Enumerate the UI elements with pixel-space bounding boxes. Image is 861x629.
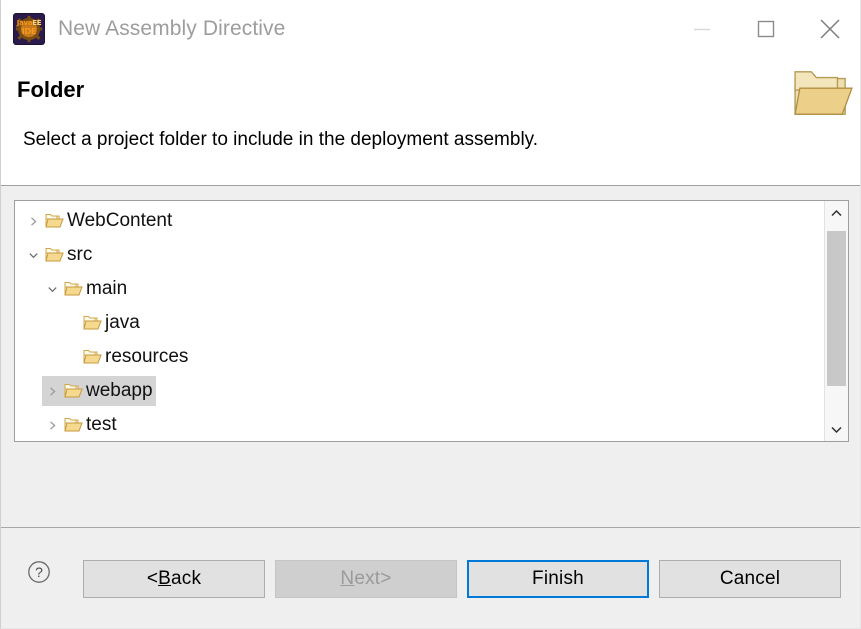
dialog-window: JavaEE IDE New Assembly Directive Folder… (0, 0, 861, 629)
folder-icon (62, 417, 84, 433)
next-button[interactable]: Next > (275, 560, 457, 598)
back-prefix: < (146, 568, 159, 589)
scrollbar-thumb[interactable] (827, 231, 846, 386)
help-icon[interactable]: ? (27, 560, 51, 584)
page-description: Select a project folder to include in th… (23, 129, 539, 150)
tree-row[interactable]: src (15, 238, 824, 272)
tree-vertical-scrollbar[interactable] (824, 201, 848, 441)
wizard-header: Folder Select a project folder to includ… (1, 57, 860, 186)
window-title: New Assembly Directive (58, 16, 286, 40)
tree-node-label: resources (105, 346, 189, 367)
close-button[interactable] (798, 0, 860, 57)
chevron-down-icon[interactable] (825, 417, 848, 441)
icon-label-javaee: JavaEE (16, 18, 42, 27)
folder-icon (81, 349, 103, 365)
next-suffix: > (380, 568, 392, 589)
folder-icon (62, 281, 84, 297)
chevron-down-icon[interactable] (23, 250, 43, 261)
cancel-label: Cancel (719, 568, 781, 589)
back-mnemonic: B (158, 568, 171, 589)
tree-node-label: test (86, 414, 117, 435)
icon-label-ide: IDE (21, 26, 37, 36)
java-ee-ide-icon: JavaEE IDE (14, 13, 44, 44)
tree-row-selected[interactable]: webapp (15, 374, 824, 408)
title-bar: JavaEE IDE New Assembly Directive (1, 0, 860, 57)
dialog-footer: ? < Back Next > Finish Cancel (1, 527, 860, 628)
finish-button[interactable]: Finish (467, 560, 649, 598)
back-button[interactable]: < Back (83, 560, 265, 598)
footer-button-row: < Back Next > Finish Cancel (83, 560, 841, 598)
chevron-right-icon[interactable] (42, 386, 62, 397)
chevron-right-icon[interactable] (23, 216, 43, 227)
folder-icon (81, 315, 103, 331)
tree-node-label: src (67, 244, 93, 265)
back-rest: ack (171, 568, 202, 589)
tree-row[interactable]: resources (15, 340, 824, 374)
tree-node-label: WebContent (67, 210, 173, 231)
maximize-button[interactable] (734, 0, 798, 57)
folder-tree-panel[interactable]: WebContent src main java resources webap… (14, 200, 849, 442)
open-folder-icon (794, 71, 853, 115)
folder-icon (43, 247, 65, 263)
folder-icon (43, 213, 65, 229)
tree-node-label: webapp (86, 380, 153, 401)
svg-text:?: ? (35, 564, 43, 580)
page-title: Folder (17, 77, 85, 102)
tree-row[interactable]: java (15, 306, 824, 340)
dialog-content: WebContent src main java resources webap… (1, 186, 860, 527)
finish-label: Finish (532, 568, 584, 589)
folder-tree[interactable]: WebContent src main java resources webap… (15, 201, 824, 441)
tree-row[interactable]: main (15, 272, 824, 306)
tree-node-label: java (105, 312, 140, 333)
next-rest: ext (354, 568, 381, 589)
window-controls (670, 0, 860, 57)
tree-node-label: main (86, 278, 128, 299)
tree-row[interactable]: test (15, 408, 824, 441)
next-mnemonic: N (340, 568, 355, 589)
tree-row[interactable]: WebContent (15, 204, 824, 238)
chevron-down-icon[interactable] (42, 284, 62, 295)
folder-icon (62, 383, 84, 399)
chevron-up-icon[interactable] (825, 201, 848, 225)
cancel-button[interactable]: Cancel (659, 560, 841, 598)
minimize-button[interactable] (670, 0, 734, 57)
chevron-right-icon[interactable] (42, 420, 62, 431)
